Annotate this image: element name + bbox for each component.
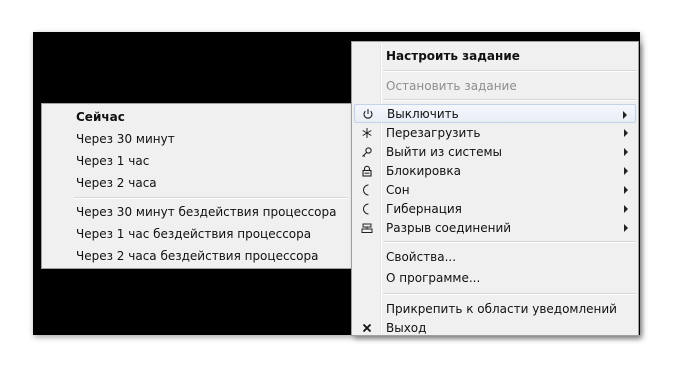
menu-item-label: Остановить задание: [386, 78, 517, 93]
menu-item-label: Перезагрузить: [386, 125, 481, 140]
submenu-item-label: Через 30 минут: [76, 132, 175, 146]
menu-separator: [383, 70, 636, 72]
menu-item-label: Разрыв соединений: [386, 220, 512, 235]
menu-item-hibernate[interactable]: Гибернация: [354, 199, 636, 218]
menu-item-logoff[interactable]: Выйти из системы: [354, 142, 636, 161]
moon-icon: [358, 180, 376, 199]
menu-item-label: Гибернация: [386, 201, 462, 216]
menu-item-label: О программе...: [386, 270, 481, 285]
power-icon: [359, 104, 377, 123]
menu-item-label: Сон: [386, 182, 410, 197]
submenu-item-label: Через 30 минут бездействия процессора: [76, 205, 337, 219]
menu-item-disconnect[interactable]: Разрыв соединений: [354, 218, 636, 237]
submenu-item-label: Через 2 часа: [76, 176, 157, 190]
menu-item-label: Блокировка: [386, 163, 461, 178]
submenu-item-2hours-idle[interactable]: Через 2 часа бездействия процессора: [44, 246, 350, 266]
chevron-right-icon: [623, 111, 627, 119]
menu-item-label: Выключить: [387, 106, 459, 121]
menu-item-sleep[interactable]: Сон: [354, 180, 636, 199]
menu-separator: [383, 293, 636, 295]
menu-item-shutdown[interactable]: Выключить: [354, 104, 636, 123]
submenu-item-label: Через 2 часа бездействия процессора: [76, 249, 319, 263]
menu-item-label: Прикрепить к области уведомлений: [386, 301, 617, 316]
network-icon: [358, 218, 376, 237]
chevron-right-icon: [624, 167, 628, 175]
menu-item-exit[interactable]: Выход: [354, 318, 636, 337]
menu-separator: [383, 241, 636, 243]
submenu-item-2hours[interactable]: Через 2 часа: [44, 173, 350, 193]
menu-item-stop-task[interactable]: Остановить задание: [354, 76, 636, 95]
chevron-right-icon: [624, 224, 628, 232]
submenu-item-1hour-idle[interactable]: Через 1 час бездействия процессора: [44, 224, 350, 244]
menu-item-lock[interactable]: Блокировка: [354, 161, 636, 180]
submenu-item-30min[interactable]: Через 30 минут: [44, 129, 350, 149]
submenu-item-label: Через 1 час бездействия процессора: [76, 227, 312, 241]
menu-separator: [383, 99, 636, 101]
tray-context-menu: Настроить задание Остановить задание Вык…: [351, 41, 639, 336]
menu-item-label: Выход: [386, 320, 427, 335]
menu-item-label: Настроить задание: [386, 48, 520, 63]
menu-item-about[interactable]: О программе...: [354, 268, 636, 287]
chevron-right-icon: [624, 129, 628, 137]
submenu-item-label: Через 1 час: [76, 154, 150, 168]
submenu-item-label: Сейчас: [76, 110, 125, 124]
chevron-right-icon: [624, 186, 628, 194]
moon-icon: [358, 199, 376, 218]
menu-item-configure-task[interactable]: Настроить задание: [354, 46, 636, 65]
lock-icon: [358, 161, 376, 180]
submenu-separator: [74, 197, 348, 199]
menu-item-label: Выйти из системы: [386, 144, 502, 159]
key-icon: [358, 142, 376, 161]
menu-item-properties[interactable]: Свойства...: [354, 247, 636, 266]
asterisk-icon: [358, 123, 376, 142]
menu-item-pin-to-tray[interactable]: Прикрепить к области уведомлений: [354, 299, 636, 318]
chevron-right-icon: [624, 148, 628, 156]
close-icon: [358, 318, 376, 337]
submenu-item-30min-idle[interactable]: Через 30 минут бездействия процессора: [44, 202, 350, 222]
chevron-right-icon: [624, 205, 628, 213]
submenu-item-1hour[interactable]: Через 1 час: [44, 151, 350, 171]
shutdown-submenu: Сейчас Через 30 минут Через 1 час Через …: [41, 103, 353, 269]
submenu-item-now[interactable]: Сейчас: [44, 107, 350, 127]
menu-item-restart[interactable]: Перезагрузить: [354, 123, 636, 142]
menu-item-label: Свойства...: [386, 249, 457, 264]
